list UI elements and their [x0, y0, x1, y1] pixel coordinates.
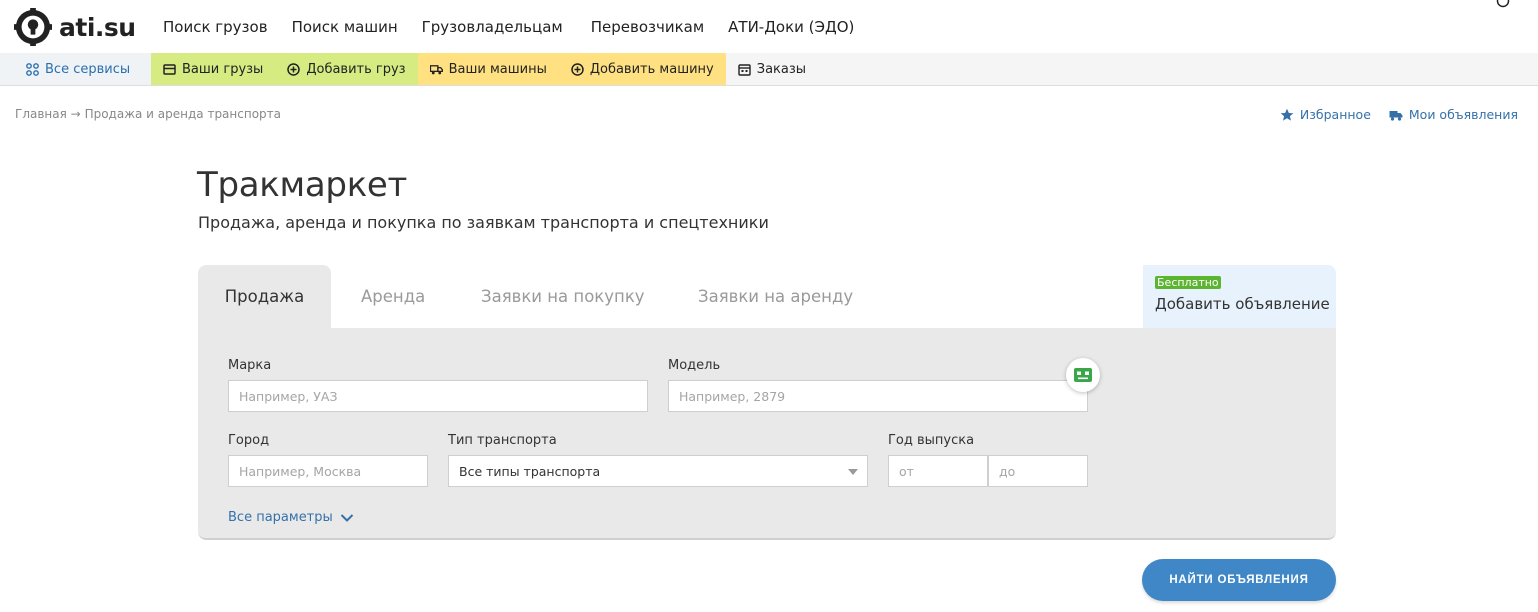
search-form: Марка Модель Город Тип транспорта Все ти… [198, 328, 1336, 540]
main-nav: Поиск грузов Поиск машин Грузовладельцам… [163, 18, 878, 36]
add-truck-button[interactable]: Добавить машину [558, 53, 726, 85]
add-ad-label: Добавить объявление [1155, 295, 1330, 313]
all-params-toggle[interactable]: Все параметры [228, 510, 354, 525]
orders-button[interactable]: Заказы [726, 53, 818, 85]
search-card: Продажа Аренда Заявки на покупку Заявки … [198, 265, 1336, 540]
tab-rent[interactable]: Аренда [361, 265, 425, 328]
transport-type-select[interactable]: Все типы транспорта [448, 455, 868, 487]
model-input[interactable] [668, 380, 1088, 412]
favorites-label: Избранное [1299, 107, 1371, 122]
page-subtitle: Продажа, аренда и покупка по заявкам тра… [198, 213, 769, 232]
truck-icon [1389, 110, 1403, 121]
plus-circle-icon [287, 62, 301, 76]
site-logo[interactable]: ati.su [14, 8, 136, 46]
robot-icon [1074, 368, 1092, 382]
your-trucks-button[interactable]: Ваши машины [417, 53, 559, 85]
nav-cargo-owners[interactable]: Грузовладельцам [422, 18, 563, 36]
tab-rent-requests[interactable]: Заявки на аренду [698, 265, 853, 328]
year-from-input[interactable] [888, 455, 988, 487]
nav-truck-search[interactable]: Поиск машин [292, 18, 398, 36]
city-label: Город [228, 433, 270, 448]
all-services-button[interactable]: Все сервисы [0, 53, 151, 85]
nav-cargo-search[interactable]: Поиск грузов [163, 18, 268, 36]
my-ads-link[interactable]: Мои объявления [1389, 107, 1518, 122]
tab-sale[interactable]: Продажа [198, 265, 331, 328]
truck-icon [429, 64, 443, 74]
free-badge: Бесплатно [1155, 276, 1221, 289]
tab-bar: Продажа Аренда Заявки на покупку Заявки … [198, 265, 1336, 328]
box-icon [163, 63, 176, 75]
model-label: Модель [668, 358, 721, 373]
all-services-label: Все сервисы [45, 61, 131, 77]
chevron-down-icon [340, 513, 353, 522]
year-label: Год выпуска [888, 433, 975, 448]
add-ad-button[interactable]: Бесплатно Добавить объявление [1143, 265, 1336, 328]
brand-input[interactable] [228, 380, 648, 412]
transport-type-label: Тип транспорта [448, 433, 557, 448]
add-truck-label: Добавить машину [589, 61, 714, 77]
tab-purchase-requests[interactable]: Заявки на покупку [481, 265, 645, 328]
breadcrumb: Главная → Продажа и аренда транспорта [15, 107, 281, 121]
your-trucks-label: Ваши машины [448, 61, 547, 77]
favorites-link[interactable]: Избранное [1280, 107, 1371, 122]
city-input[interactable] [228, 455, 428, 487]
add-cargo-button[interactable]: Добавить груз [275, 53, 418, 85]
search-ads-button[interactable]: НАЙТИ ОБЪЯВЛЕНИЯ [1142, 559, 1336, 601]
plus-circle-icon [571, 62, 584, 76]
all-params-label: Все параметры [228, 510, 333, 525]
calendar-icon [738, 63, 751, 76]
nav-ati-docs[interactable]: АТИ-Доки (ЭДО) [728, 18, 854, 36]
services-bar: Все сервисы Ваши грузы Добавить груз Ваш… [0, 53, 1538, 86]
page-title: Тракмаркет [197, 165, 408, 205]
header-right-links: Избранное Мои объявления [1262, 107, 1518, 122]
your-cargo-label: Ваши грузы [182, 61, 264, 77]
ati-logo-icon [14, 8, 52, 46]
brand-label: Марка [228, 358, 272, 373]
my-ads-label: Мои объявления [1408, 107, 1518, 122]
breadcrumb-home[interactable]: Главная [15, 107, 67, 121]
brand-name: ati.su [59, 12, 136, 42]
your-cargo-button[interactable]: Ваши грузы [151, 53, 276, 85]
add-cargo-label: Добавить груз [306, 61, 406, 77]
chevron-down-icon [848, 469, 858, 475]
breadcrumb-current: Продажа и аренда транспорта [84, 107, 282, 121]
top-header: ati.su Поиск грузов Поиск машин Грузовла… [0, 0, 1538, 53]
transport-type-value: Все типы транспорта [459, 463, 601, 479]
star-icon [1280, 108, 1294, 121]
year-to-input[interactable] [988, 455, 1088, 487]
nav-carriers[interactable]: Перевозчикам [591, 18, 704, 36]
robot-assistant-button[interactable] [1066, 358, 1100, 392]
grid-icon [26, 62, 39, 76]
breadcrumb-separator: → [70, 107, 81, 121]
orders-label: Заказы [756, 61, 807, 77]
user-menu-icon[interactable] [1496, 0, 1510, 8]
